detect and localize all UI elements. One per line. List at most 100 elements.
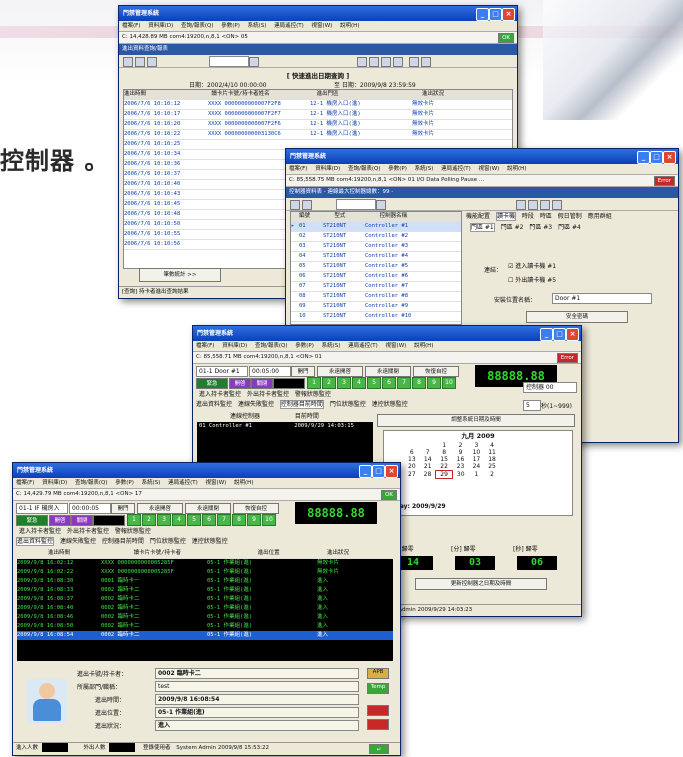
calendar-day[interactable] — [500, 442, 508, 449]
menu-system[interactable]: 系統(S) — [322, 343, 341, 349]
tab-out-holder[interactable]: 外出持卡者監控 — [247, 391, 289, 398]
menu-help[interactable]: 說明(H) — [414, 343, 433, 349]
menu-params[interactable]: 參數(P) — [221, 23, 240, 29]
open-time-spinner[interactable]: 00:00:05 — [69, 503, 111, 514]
table-row[interactable]: 2009/9/8 16:08:46 0002 臨時卡二 05-1 作業組(進) 進入 — [17, 613, 393, 622]
door-number-button[interactable]: 9 — [427, 377, 441, 389]
ok-indicator[interactable]: OK — [381, 490, 397, 500]
table-row[interactable]: 2009/9/8 16:02:22 XXXX 0000000000005285F 0… — [17, 568, 393, 577]
prev-record-icon[interactable] — [369, 57, 379, 67]
calendar-day[interactable]: 2 — [452, 442, 468, 449]
tab-reader[interactable]: 讀卡機 — [495, 212, 516, 221]
door-number-button[interactable]: 4 — [352, 377, 366, 389]
table-row[interactable]: 2006/7/6 10:10:20 XXXX 0000000000007F2F6 1… — [124, 120, 512, 130]
always-open-button[interactable]: 永遠開啓 — [137, 503, 183, 514]
next-record-icon[interactable] — [540, 200, 550, 210]
close-status-button[interactable]: 關閉 — [251, 378, 273, 389]
door-number-button[interactable]: 7 — [217, 514, 231, 526]
column-header-card[interactable]: 讀卡片卡號/持卡者 — [104, 549, 210, 558]
door-number-button[interactable]: 1 — [307, 377, 321, 389]
list-item[interactable]: 01 Controller #1 2009/9/29 14:03:15 — [197, 422, 373, 431]
tab-out-holder[interactable]: 外出持卡者監控 — [67, 528, 109, 535]
menu-remote[interactable]: 連局遙控(T) — [274, 23, 304, 29]
calendar-day[interactable]: 28 — [420, 471, 436, 479]
column-header-door[interactable]: 進出位置 — [214, 549, 324, 558]
controller-select[interactable]: 控制器 00 — [523, 382, 577, 393]
table-row[interactable]: 2009/9/8 16:08:33 0002 臨時卡二 05-1 作業組(進) 進入 — [17, 586, 393, 595]
door-number-button[interactable]: 8 — [412, 377, 426, 389]
copy-icon[interactable] — [135, 57, 145, 67]
calendar-day[interactable]: 15 — [436, 456, 453, 463]
column-header-state[interactable]: 進出狀況 — [422, 91, 444, 97]
calendar-day[interactable]: 10 — [469, 449, 485, 456]
menu-database[interactable]: 資料庫(D) — [42, 480, 67, 486]
tab-door-2[interactable]: 門區 #2 — [501, 224, 524, 231]
calendar-day[interactable] — [500, 471, 508, 479]
tab-remote-status[interactable]: 連控狀態監控 — [192, 538, 228, 545]
tab-in-holder[interactable]: 進入持卡者監控 — [199, 391, 241, 398]
table-row[interactable]: 2009/9/8 16:08:50 0002 臨時卡二 05-1 作業組(進) 進入 — [17, 622, 393, 631]
menu-window[interactable]: 視窗(W) — [479, 166, 500, 172]
calendar-day[interactable] — [404, 442, 420, 449]
menu-window[interactable]: 視窗(W) — [206, 480, 227, 486]
minimize-button[interactable]: _ — [359, 465, 372, 478]
tab-door-1[interactable]: 門區 #1 — [470, 223, 495, 232]
calendar-day[interactable]: 3 — [469, 442, 485, 449]
calendar-day[interactable]: 20 — [404, 463, 420, 471]
tab-zone[interactable]: 時區 — [540, 213, 552, 220]
menu-query[interactable]: 查詢/報表(Q) — [181, 23, 213, 29]
adjust-time-button[interactable]: 調整系統日期及時間 — [377, 414, 575, 427]
interval-seconds[interactable]: 5 — [523, 400, 541, 411]
menu-help[interactable]: 說明(H) — [507, 166, 526, 172]
menu-params[interactable]: 參數(P) — [295, 343, 314, 349]
menu-query[interactable]: 查詢/報表(Q) — [348, 166, 380, 172]
table-row[interactable]: 2009/9/8 16:02:12 XXXX 0000000000005285F 0… — [17, 559, 393, 568]
update-controller-time-button[interactable]: 更新控制器之日期及時間 — [415, 578, 547, 590]
open-door-button[interactable]: 開門 — [291, 366, 315, 377]
column-header-name[interactable]: 控制器名稱 — [380, 213, 408, 219]
tab-function[interactable]: 機能配置 — [466, 213, 490, 220]
alarm-indicator-1[interactable] — [367, 705, 389, 716]
calendar-day[interactable]: 21 — [420, 463, 436, 471]
calendar-day[interactable]: 30 — [452, 471, 468, 479]
column-header-type[interactable]: 型式 — [334, 212, 376, 221]
prev-record-icon[interactable] — [528, 200, 538, 210]
tab-door-status[interactable]: 門位狀態監控 — [150, 538, 186, 545]
stats-button[interactable]: 筆數統計 >> — [139, 268, 221, 282]
menu-params[interactable]: 參數(P) — [115, 480, 134, 486]
calendar-day[interactable]: 7 — [420, 449, 436, 456]
always-close-button[interactable]: 永遠關閉 — [365, 366, 411, 377]
minimize-button[interactable]: _ — [476, 8, 489, 21]
always-open-button[interactable]: 永遠開啓 — [317, 366, 363, 377]
error-indicator[interactable]: Error — [556, 353, 578, 363]
next-record-icon[interactable] — [381, 57, 391, 67]
tab-link-fail[interactable]: 連線失敗監控 — [60, 538, 96, 545]
minimize-button[interactable]: _ — [540, 328, 553, 341]
first-record-icon[interactable] — [516, 200, 526, 210]
calendar-day[interactable]: 22 — [436, 463, 453, 471]
out-reader-checkbox[interactable]: ☐ 外出讀卡機 #5 — [508, 275, 556, 284]
filter-combo[interactable] — [336, 199, 376, 210]
menu-params[interactable]: 參數(P) — [388, 166, 407, 172]
close-button[interactable]: × — [385, 465, 398, 478]
door-number-button[interactable]: 9 — [247, 514, 261, 526]
menu-remote[interactable]: 連局遙控(T) — [348, 343, 378, 349]
alarm-button[interactable]: 緊急 — [16, 515, 48, 526]
menu-system[interactable]: 系統(S) — [248, 23, 267, 29]
first-record-icon[interactable] — [357, 57, 367, 67]
door-number-button[interactable]: 1 — [127, 514, 141, 526]
maximize-button[interactable]: □ — [372, 465, 385, 478]
auto-control-button[interactable]: 恢復自控 — [413, 366, 459, 377]
last-record-icon[interactable] — [552, 200, 562, 210]
door-number-button[interactable]: 3 — [157, 514, 171, 526]
door-number-button[interactable]: 6 — [202, 514, 216, 526]
table-row[interactable]: 2006/7/6 10:10:12 XXXX 0000000000007F2F8 1… — [124, 100, 512, 110]
column-header-door[interactable]: 進出門區 — [317, 90, 419, 99]
close-status-button[interactable]: 關閉 — [71, 515, 93, 526]
table-row[interactable]: ▸ 01 ST210NT Controller #1 — [291, 222, 461, 232]
door-number-button[interactable]: 6 — [382, 377, 396, 389]
column-header-controller[interactable]: 連線控制器 — [197, 412, 293, 422]
menu-window[interactable]: 視窗(W) — [312, 23, 333, 29]
alarm-indicator-2[interactable] — [367, 719, 389, 730]
calendar-day[interactable]: 18 — [484, 456, 500, 463]
